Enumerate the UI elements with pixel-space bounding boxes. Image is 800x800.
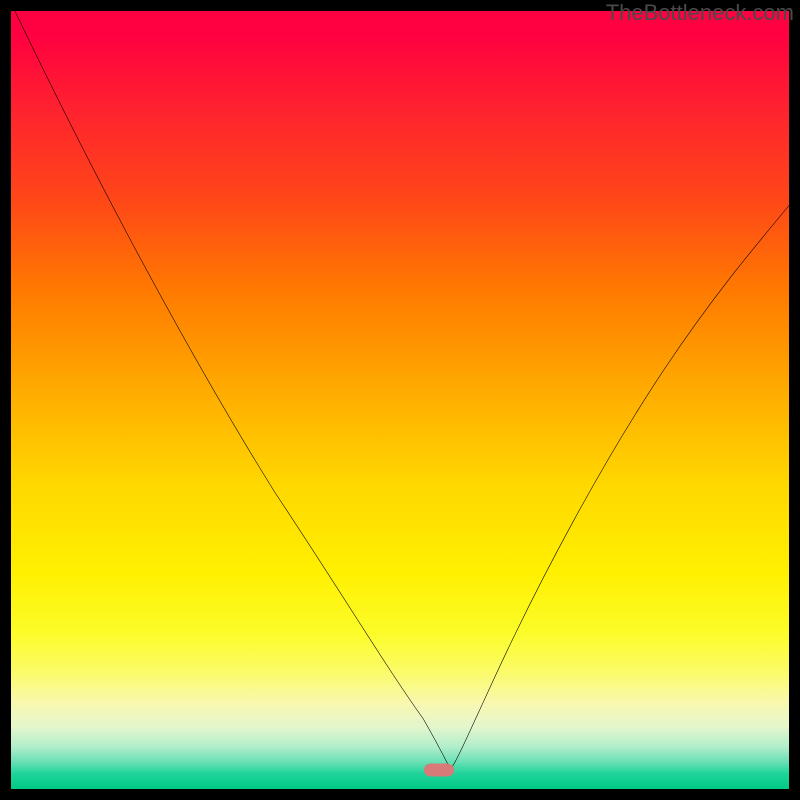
- plot-area: [11, 11, 789, 789]
- bottleneck-curve: [11, 11, 789, 789]
- minimum-marker: [424, 764, 454, 777]
- curve-left-branch: [15, 11, 451, 770]
- curve-right-branch: [451, 206, 789, 770]
- chart-stage: TheBottleneck.com: [0, 0, 800, 800]
- watermark-text: TheBottleneck.com: [606, 0, 794, 26]
